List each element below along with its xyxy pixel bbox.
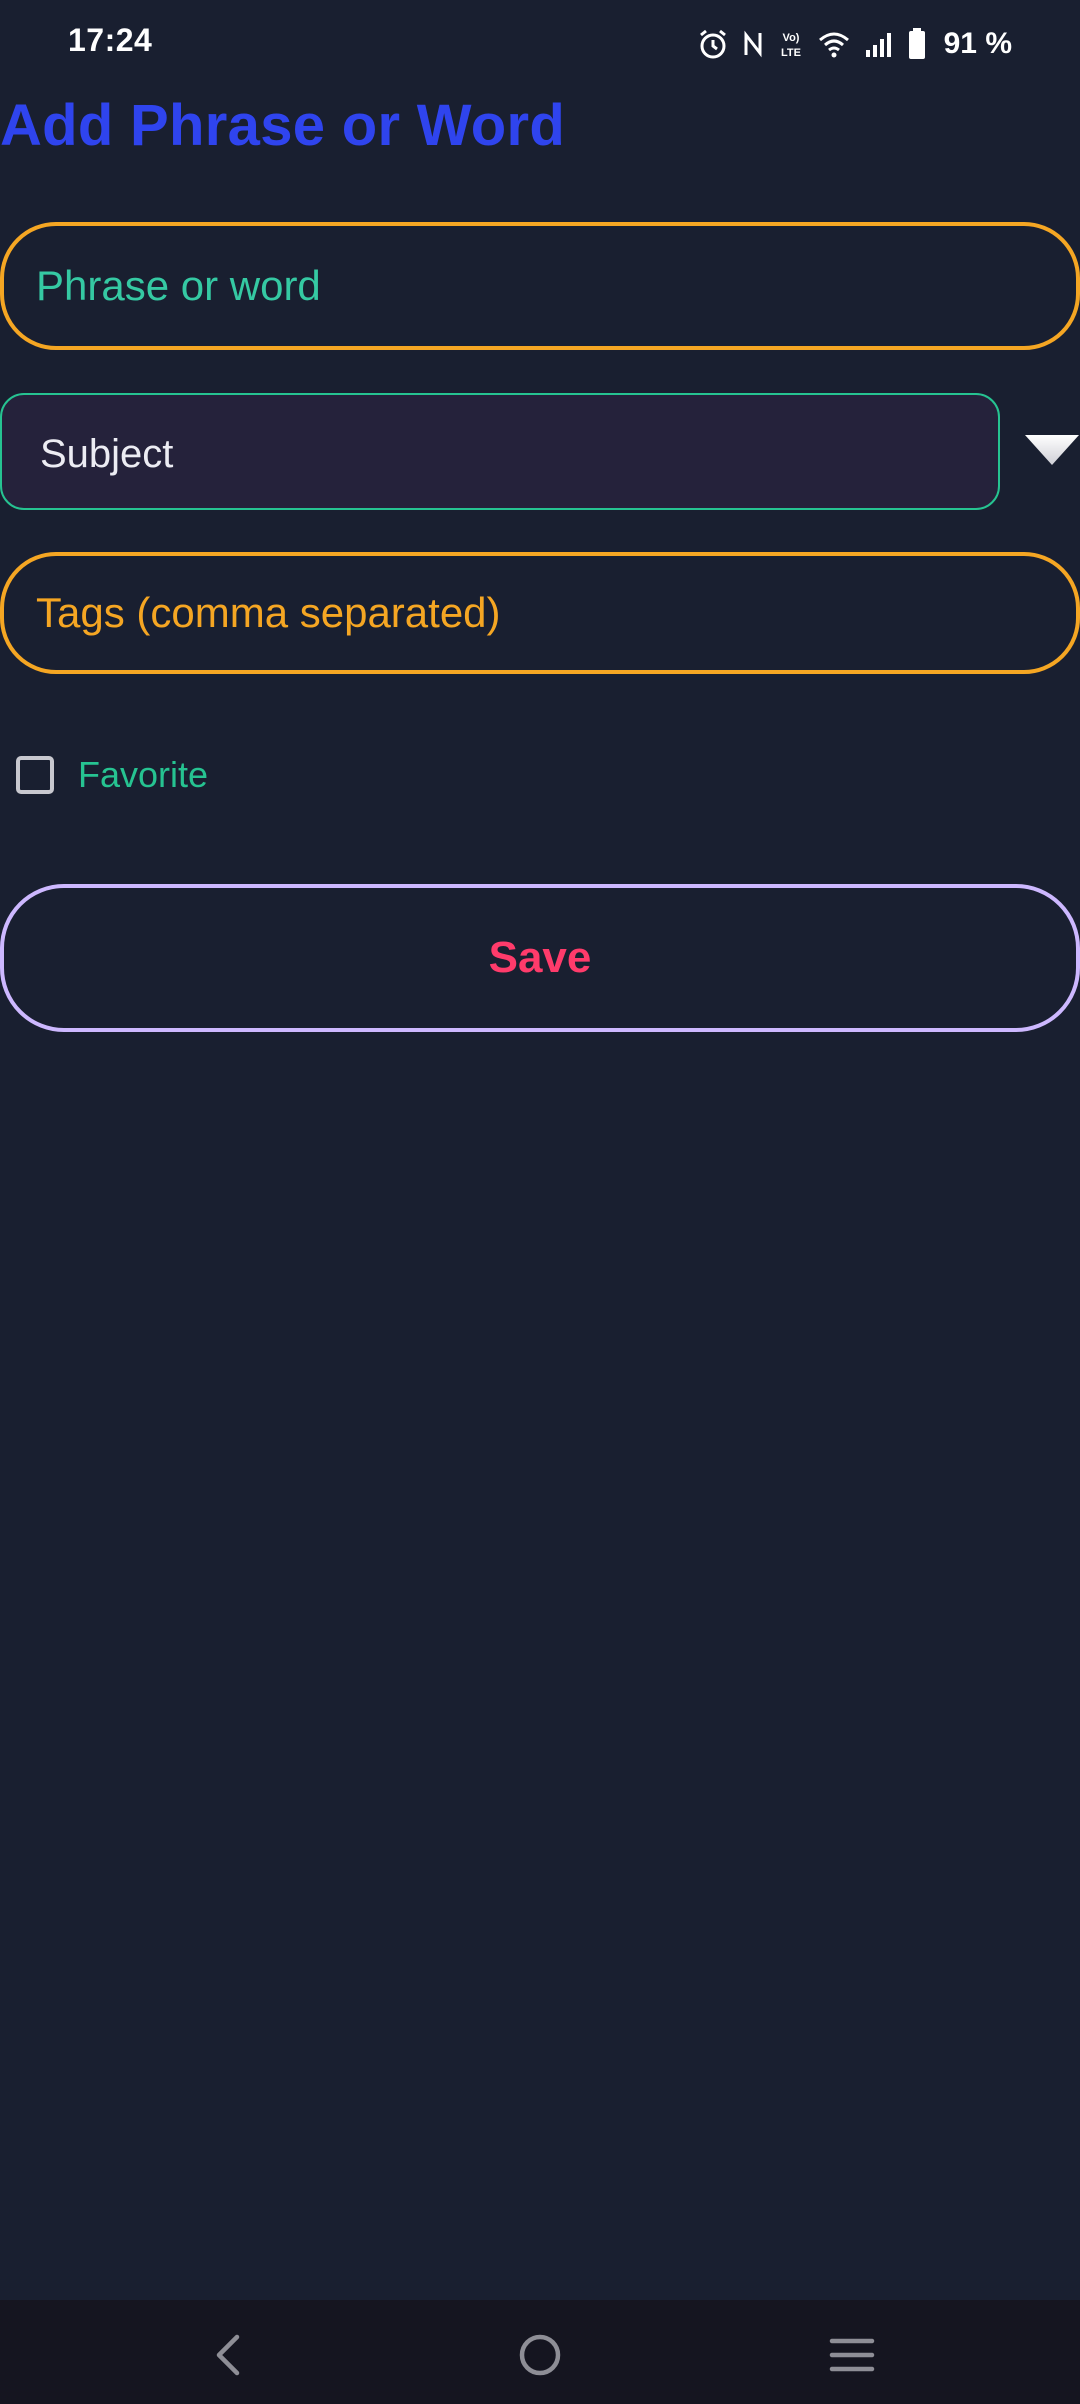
battery-percentage: 91 % bbox=[943, 27, 1012, 60]
status-icons: Vo) LTE 91 % bbox=[698, 24, 1012, 64]
alarm-icon bbox=[698, 28, 728, 60]
status-bar: 17:24 Vo) LTE 91 % bbox=[0, 0, 1080, 88]
tags-input[interactable] bbox=[36, 556, 1036, 670]
svg-text:Vo): Vo) bbox=[782, 32, 799, 44]
favorite-label[interactable]: Favorite bbox=[78, 754, 208, 796]
svg-text:LTE: LTE bbox=[781, 47, 801, 59]
battery-icon bbox=[908, 28, 926, 60]
favorite-checkbox[interactable] bbox=[16, 756, 54, 794]
phrase-field[interactable] bbox=[0, 222, 1080, 350]
wifi-icon bbox=[818, 30, 850, 58]
subject-dropdown[interactable]: Subject bbox=[0, 393, 1000, 510]
navigation-bar bbox=[0, 2300, 1080, 2404]
volte-icon: Vo) LTE bbox=[778, 29, 804, 59]
favorite-row[interactable]: Favorite bbox=[16, 750, 208, 800]
page-title: Add Phrase or Word bbox=[0, 93, 566, 158]
recents-icon[interactable] bbox=[822, 2330, 882, 2380]
dropdown-arrow-icon[interactable] bbox=[1023, 433, 1080, 467]
phrase-input[interactable] bbox=[36, 226, 1036, 346]
signal-icon bbox=[864, 30, 894, 58]
nfc-icon bbox=[742, 29, 764, 59]
back-icon[interactable] bbox=[198, 2330, 258, 2380]
subject-selected-value: Subject bbox=[40, 432, 174, 476]
home-icon[interactable] bbox=[510, 2330, 570, 2380]
save-button[interactable]: Save bbox=[0, 884, 1080, 1032]
tags-field[interactable] bbox=[0, 552, 1080, 674]
status-time: 17:24 bbox=[68, 22, 153, 58]
